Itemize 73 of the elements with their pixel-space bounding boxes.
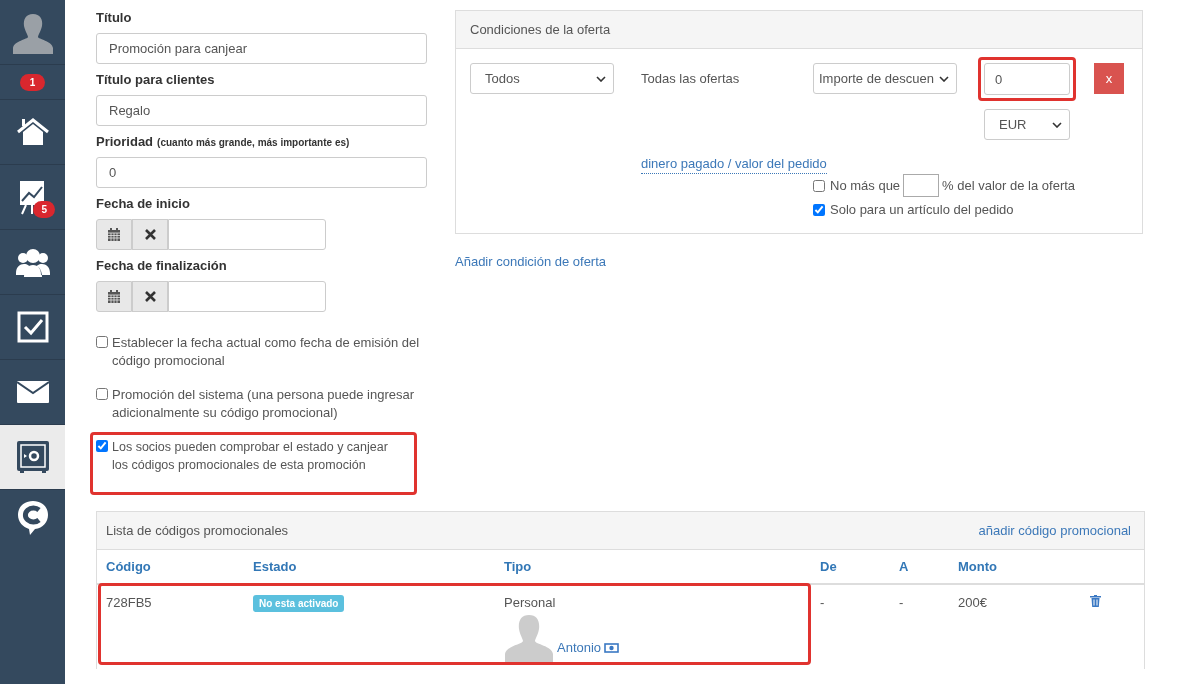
- count-badge: 1: [19, 73, 46, 91]
- column-header: A: [890, 550, 949, 585]
- add-code-link[interactable]: añadir código promocional: [978, 523, 1131, 538]
- basis-link[interactable]: dinero pagado / valor del pedido: [641, 156, 827, 174]
- column-header: De: [811, 550, 890, 585]
- amount-input[interactable]: 0: [984, 63, 1070, 95]
- column-header: Código: [97, 550, 244, 585]
- money-icon: [604, 643, 620, 653]
- field-label: Fecha de finalización: [96, 258, 227, 273]
- column-header: Monto: [949, 550, 1079, 585]
- checkbox[interactable]: [96, 440, 108, 452]
- sidebar-item[interactable]: 1: [0, 65, 65, 100]
- field-label: Fecha de inicio: [96, 196, 190, 211]
- close-icon: [144, 229, 156, 240]
- column-header: Estado: [244, 550, 495, 585]
- dropdown[interactable]: Importe de descuen: [813, 63, 957, 94]
- caret-icon: [939, 75, 949, 82]
- sidebar-item[interactable]: [0, 425, 65, 490]
- checkbox[interactable]: [96, 336, 108, 348]
- remove-button[interactable]: x: [1094, 63, 1124, 94]
- caret-icon: [1052, 121, 1062, 128]
- avatar-icon: [504, 613, 554, 663]
- text-input[interactable]: Regalo: [96, 95, 427, 126]
- field-label: Título: [96, 10, 132, 25]
- clear-button[interactable]: [132, 219, 168, 250]
- table-cell-text: 200€: [957, 594, 988, 612]
- condition-text: Todas las ofertas: [641, 70, 741, 88]
- checkbox[interactable]: [813, 203, 825, 216]
- home-icon: [15, 117, 50, 147]
- checkbox-label: Solo para un artículo del pedido: [830, 202, 1014, 217]
- checkbox-label: Promoción del sistema (una persona puede ingresar adicionalmente su código promocional): [112, 386, 416, 422]
- calendar-icon: [107, 227, 121, 242]
- calendar-button[interactable]: [96, 219, 132, 250]
- mail-icon: [16, 381, 49, 403]
- field-hint: (cuanto más grande, más importante es): [157, 137, 350, 148]
- close-icon: [144, 291, 156, 302]
- checkbox[interactable]: [96, 388, 108, 400]
- table-cell-text: 728FB5: [105, 594, 153, 612]
- table-cell-text: -: [819, 594, 826, 612]
- checkbox-label: Los socios pueden comprobar el estado y canjear los códigos promocionales de esta promoción: [112, 439, 389, 474]
- status-badge: No esta activado: [253, 595, 345, 612]
- person-link[interactable]: Antonio: [557, 640, 602, 655]
- table-cell-text: -: [898, 594, 905, 612]
- chat-logo-icon: [16, 499, 49, 536]
- date-input[interactable]: [168, 219, 326, 250]
- panel-title: Condiciones de la oferta: [456, 11, 1142, 49]
- count-badge: 5: [33, 201, 55, 218]
- calendar-button[interactable]: [96, 281, 132, 312]
- checkbox-label: % del valor de la oferta: [942, 178, 1076, 193]
- panel-title: Lista de códigos promocionales: [106, 523, 289, 538]
- percent-input[interactable]: [903, 174, 940, 197]
- field-label: Título para clientes: [96, 72, 215, 87]
- field-label: Prioridad: [96, 134, 154, 149]
- trash-icon: [1090, 595, 1101, 607]
- column-header: Tipo: [495, 550, 811, 585]
- clear-button[interactable]: [132, 281, 168, 312]
- dropdown[interactable]: Todos: [470, 63, 614, 94]
- checkbox-icon: [16, 311, 49, 343]
- add-condition-link[interactable]: Añadir condición de oferta: [455, 254, 607, 269]
- dropdown[interactable]: EUR: [984, 109, 1070, 140]
- date-input[interactable]: [168, 281, 326, 312]
- delete-button[interactable]: [1088, 595, 1101, 610]
- safe-icon: [16, 441, 49, 473]
- checkbox-label: No más que: [830, 178, 901, 193]
- text-input[interactable]: Promoción para canjear: [96, 33, 427, 64]
- checkbox-label: Establecer la fecha actual como fecha de emisión del código promocional: [112, 334, 421, 370]
- calendar-icon: [107, 289, 121, 304]
- table-cell-text: Personal: [504, 595, 557, 610]
- sidebar-item[interactable]: 5: [0, 165, 65, 230]
- people-icon: [15, 247, 50, 277]
- text-input[interactable]: 0: [96, 157, 427, 188]
- checkbox[interactable]: [813, 179, 825, 192]
- caret-icon: [596, 75, 606, 82]
